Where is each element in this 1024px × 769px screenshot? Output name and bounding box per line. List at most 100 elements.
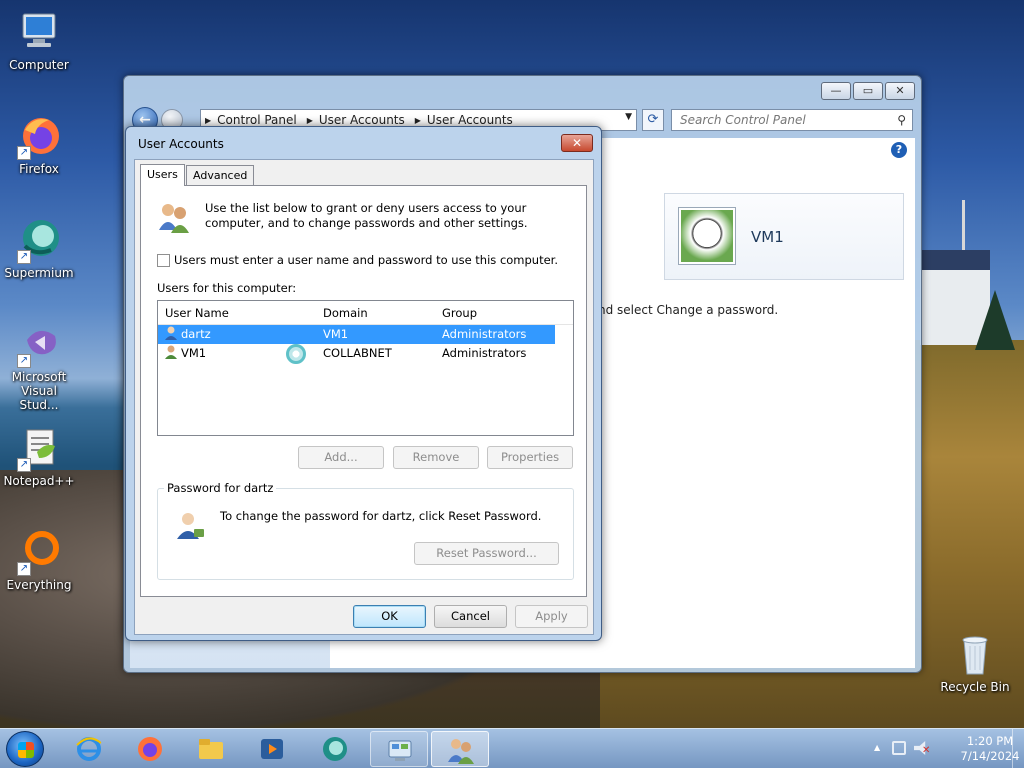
computer-icon — [15, 8, 63, 56]
search-input[interactable]: Search Control Panel ⚲ — [671, 109, 913, 131]
ok-button[interactable]: OK — [353, 605, 426, 628]
checkbox-box[interactable] — [157, 253, 170, 267]
breadcrumb-control-panel[interactable]: Control Panel — [217, 113, 297, 127]
dialog-title: User Accounts — [138, 137, 224, 151]
desktop-icon-notepadpp[interactable]: ↗ Notepad++ — [0, 424, 78, 488]
users-tab-panel: Use the list below to grant or deny user… — [140, 185, 587, 597]
column-header-group[interactable]: Group — [442, 306, 477, 320]
supermium-icon — [323, 737, 347, 761]
system-tray: ▲ ✕ 1:20 PM 7/14/2024 — [864, 729, 1024, 769]
column-header-domain[interactable]: Domain — [323, 306, 368, 320]
desktop-icon-label: Microsoft Visual Stud... — [11, 370, 67, 412]
desktop-icon-supermium[interactable]: ↗ Supermium — [0, 216, 78, 280]
desktop-icon-firefox[interactable]: ↗ Firefox — [0, 112, 78, 176]
user-tile-name: VM1 — [751, 228, 784, 246]
intro-text: Use the list below to grant or deny user… — [205, 201, 528, 230]
row-domain: COLLABNET — [323, 346, 392, 360]
row-user-name: VM1 — [181, 346, 207, 360]
help-icon[interactable]: ? — [891, 142, 907, 158]
desktop-icon-recycle-bin[interactable]: Recycle Bin — [936, 630, 1014, 694]
reset-password-button[interactable]: Reset Password... — [414, 542, 559, 565]
supermium-icon: ↗ — [15, 216, 63, 264]
table-row[interactable]: VM1 COLLABNET Administrators — [158, 344, 573, 364]
shortcut-arrow-icon: ↗ — [17, 458, 31, 472]
clock-date: 7/14/2024 — [960, 749, 1020, 763]
taskbar-clock[interactable]: 1:20 PM 7/14/2024 — [960, 734, 1020, 764]
password-group-legend: Password for dartz — [164, 481, 277, 495]
search-icon[interactable]: ⚲ — [897, 110, 906, 130]
maximize-button[interactable]: ▭ — [853, 82, 883, 100]
remove-user-button[interactable]: Remove — [393, 446, 479, 469]
internet-explorer-icon — [76, 737, 102, 761]
breadcrumb-separator-icon[interactable]: ▶ — [307, 116, 313, 125]
desktop-icon-label: Notepad++ — [3, 474, 75, 488]
desktop-icon-label: Everything — [6, 578, 72, 592]
taskbar-supermium[interactable] — [306, 731, 364, 767]
minimize-button[interactable]: — — [821, 82, 851, 100]
users-list[interactable]: User Name Domain Group dartz VM1 Adminis… — [157, 300, 574, 436]
row-domain: VM1 — [323, 327, 349, 341]
shortcut-arrow-icon: ↗ — [17, 354, 31, 368]
shortcut-arrow-icon: ↗ — [17, 146, 31, 160]
search-placeholder: Search Control Panel — [680, 113, 806, 127]
taskbar: ▲ ✕ 1:20 PM 7/14/2024 — [0, 728, 1024, 769]
desktop-icon-label: Firefox — [19, 162, 59, 176]
password-instructions: To change the password for dartz, click … — [220, 509, 542, 523]
user-icon — [164, 325, 179, 340]
breadcrumb-user-accounts[interactable]: User Accounts — [319, 113, 405, 127]
loading-spinner-icon — [286, 344, 306, 364]
desktop-icon-everything[interactable]: ↗ Everything — [0, 528, 78, 592]
add-user-button[interactable]: Add... — [298, 446, 384, 469]
volume-muted-icon: ✕ — [922, 745, 931, 756]
notepadpp-icon: ↗ — [15, 424, 63, 472]
user-password-icon — [174, 509, 206, 541]
taskbar-firefox[interactable] — [121, 731, 179, 767]
wallpaper-house — [920, 250, 990, 345]
apply-button[interactable]: Apply — [515, 605, 588, 628]
tab-advanced[interactable]: Advanced — [186, 165, 255, 185]
password-groupbox: Password for dartz To change the passwor… — [157, 481, 574, 580]
window-caption-buttons: — ▭ ✕ — [821, 82, 915, 100]
require-password-checkbox[interactable]: Users must enter a user name and passwor… — [157, 253, 558, 267]
table-row[interactable]: dartz VM1 Administrators — [158, 325, 555, 344]
desktop-icon-label: Computer — [9, 58, 69, 72]
user-icon — [164, 344, 179, 359]
network-icon[interactable] — [892, 741, 906, 755]
cancel-button[interactable]: Cancel — [434, 605, 507, 628]
taskbar-user-accounts[interactable] — [431, 731, 489, 767]
row-user-name: dartz — [181, 327, 211, 341]
taskbar-media-player[interactable] — [243, 731, 301, 767]
user-account-tile[interactable]: VM1 — [664, 193, 904, 280]
users-group-icon — [157, 200, 191, 234]
refresh-button[interactable]: ⟳ — [642, 109, 664, 131]
users-list-header: User Name Domain Group — [158, 301, 573, 325]
firefox-icon: ↗ — [15, 112, 63, 160]
chevron-down-icon[interactable]: ▼ — [625, 112, 632, 122]
desktop-icon-label: Supermium — [4, 266, 74, 280]
clock-time: 1:20 PM — [966, 734, 1014, 748]
control-panel-icon: ▶ — [205, 115, 212, 125]
taskbar-internet-explorer[interactable] — [60, 731, 118, 767]
desktop-icon-visual-studio[interactable]: ↗ Microsoft Visual Stud... — [0, 320, 78, 412]
shortcut-arrow-icon: ↗ — [17, 562, 31, 576]
row-group: Administrators — [442, 346, 527, 360]
breadcrumb-user-accounts-page[interactable]: User Accounts — [427, 113, 513, 127]
users-group-icon — [448, 739, 474, 764]
desktop-icon-label: Recycle Bin — [940, 680, 1010, 694]
desktop-icon-computer[interactable]: Computer — [0, 8, 78, 72]
breadcrumb-separator-icon[interactable]: ▶ — [415, 116, 421, 125]
checkbox-label[interactable]: Users must enter a user name and passwor… — [174, 253, 558, 267]
taskbar-file-explorer[interactable] — [182, 731, 240, 767]
users-list-caption: Users for this computer: — [157, 281, 297, 295]
show-desktop-button[interactable] — [1012, 729, 1024, 769]
dialog-close-button[interactable]: ✕ — [561, 134, 593, 152]
column-header-user-name[interactable]: User Name — [165, 306, 229, 320]
shortcut-arrow-icon: ↗ — [17, 250, 31, 264]
properties-button[interactable]: Properties — [487, 446, 573, 469]
tab-users[interactable]: Users — [140, 164, 185, 186]
close-button[interactable]: ✕ — [885, 82, 915, 100]
taskbar-control-panel[interactable] — [370, 731, 428, 767]
row-group: Administrators — [442, 327, 527, 341]
start-button[interactable] — [6, 731, 44, 767]
show-hidden-icons-button[interactable]: ▲ — [874, 743, 880, 752]
